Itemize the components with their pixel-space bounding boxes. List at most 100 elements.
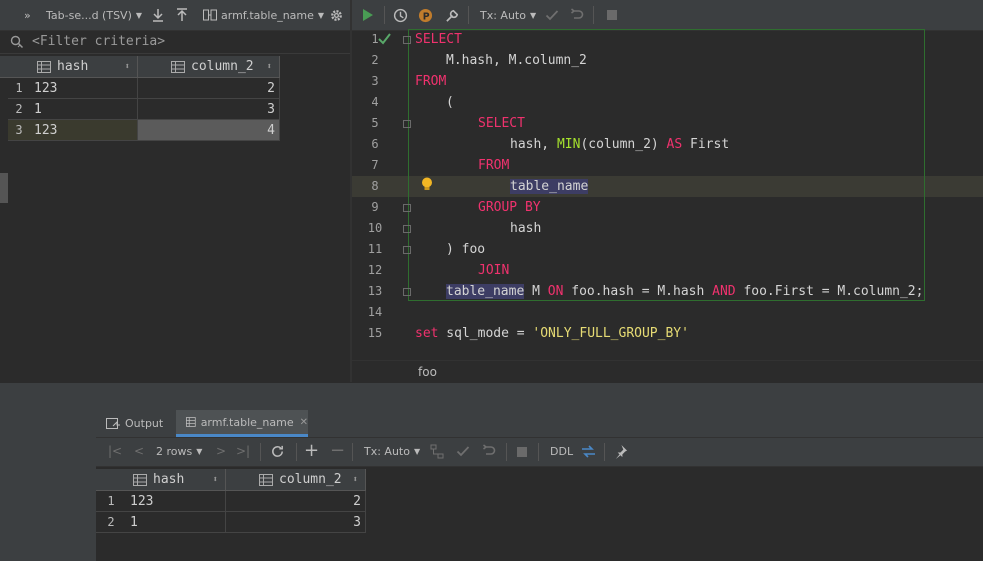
toolbar-separator: [468, 6, 469, 24]
fold-marker[interactable]: [403, 120, 411, 128]
lightbulb-icon[interactable]: [421, 177, 433, 195]
last-page-icon[interactable]: >|: [236, 444, 250, 458]
add-row-icon[interactable]: +: [304, 440, 319, 461]
code-line-8[interactable]: table_name: [510, 176, 589, 197]
code-line-10[interactable]: hash: [510, 218, 541, 239]
ddl-button[interactable]: DDL: [550, 445, 573, 458]
table-cell-selected[interactable]: 4: [138, 120, 280, 141]
table-cell[interactable]: 123: [30, 120, 138, 141]
code-line-1[interactable]: SELECT: [415, 29, 462, 50]
horizontal-divider[interactable]: [0, 382, 983, 411]
bottom-tab-bar: Output armf.table_name ✕: [96, 410, 983, 438]
table-cell[interactable]: 2: [138, 78, 280, 99]
first-page-icon[interactable]: |<: [108, 444, 122, 458]
table-cell[interactable]: 123: [30, 78, 138, 99]
code-line-5[interactable]: SELECT: [478, 113, 525, 134]
check-icon: [378, 33, 391, 48]
next-page-icon[interactable]: >: [216, 444, 226, 458]
gear-icon[interactable]: [326, 5, 346, 25]
rollback-icon[interactable]: [482, 444, 496, 461]
stop-icon[interactable]: [516, 446, 528, 461]
format-selector[interactable]: Tab-se...d (TSV) ▼: [46, 0, 142, 30]
filter-input[interactable]: <Filter criteria>: [32, 34, 165, 49]
code-line-7[interactable]: FROM: [478, 155, 509, 176]
row-count-selector[interactable]: 2 rows ▼: [156, 445, 202, 458]
sql-text: hash: [510, 221, 542, 236]
table-cell[interactable]: 3: [226, 512, 366, 533]
sql-keyword: JOIN: [478, 263, 510, 278]
column-header-column-2[interactable]: column_2 ⬍: [138, 56, 280, 78]
sql-text: (: [446, 95, 454, 110]
format-label: Tab-se...d (TSV): [46, 8, 132, 22]
table-cell[interactable]: 3: [138, 99, 280, 120]
line-number: 3: [371, 74, 379, 88]
table-icon: [186, 417, 196, 427]
compare-icon[interactable]: [430, 444, 444, 462]
previous-page-icon[interactable]: <: [134, 444, 144, 458]
row-number[interactable]: 2: [8, 99, 30, 120]
transpose-icon[interactable]: [580, 443, 597, 463]
sort-icon[interactable]: ⬍: [213, 475, 218, 485]
rollback-icon[interactable]: [567, 5, 587, 25]
sql-text: M.hash, M.column_2: [446, 53, 587, 68]
code-line-2[interactable]: M.hash, M.column_2: [446, 50, 587, 71]
filter-bar[interactable]: <Filter criteria>: [0, 31, 350, 54]
column-icon: [259, 473, 273, 486]
code-line-12[interactable]: JOIN: [478, 260, 509, 281]
fold-marker[interactable]: [403, 246, 411, 254]
code-line-9[interactable]: GROUP BY: [478, 197, 541, 218]
code-line-4[interactable]: (: [446, 92, 454, 113]
close-icon[interactable]: ✕: [300, 417, 308, 428]
line-number: 15: [367, 326, 383, 340]
parameters-icon[interactable]: P: [415, 5, 435, 25]
fold-marker[interactable]: [403, 225, 411, 233]
history-icon[interactable]: [390, 5, 410, 25]
column-header-hash[interactable]: hash ⬍: [30, 56, 138, 78]
toolbar-separator: [384, 6, 385, 24]
code-line-11[interactable]: ) foo: [446, 239, 485, 260]
wrench-icon[interactable]: [442, 5, 462, 25]
refresh-icon[interactable]: [270, 444, 285, 462]
chevron-right-icon[interactable]: »: [24, 0, 31, 30]
pin-icon[interactable]: [613, 444, 628, 462]
run-icon[interactable]: [358, 5, 378, 25]
fold-marker[interactable]: [403, 288, 411, 296]
table-cell[interactable]: 1: [126, 512, 226, 533]
table-cell[interactable]: 123: [126, 491, 226, 512]
transaction-mode-selector[interactable]: Tx: Auto ▼: [364, 445, 420, 458]
left-scroll-marker[interactable]: [0, 173, 8, 203]
column-header-label: hash: [57, 59, 89, 74]
code-line-13[interactable]: table_name M ON foo.hash = M.hash AND fo…: [446, 281, 923, 302]
breadcrumb[interactable]: foo: [418, 365, 437, 379]
row-number[interactable]: 1: [8, 78, 30, 99]
transaction-mode-selector[interactable]: Tx: Auto ▼: [480, 0, 536, 30]
code-line-15[interactable]: set sql_mode = 'ONLY_FULL_GROUP_BY': [415, 323, 689, 344]
left-toolbar: » Tab-se...d (TSV) ▼ armf.table_name ▼: [0, 0, 350, 31]
table-cell[interactable]: 2: [226, 491, 366, 512]
tab-table-name[interactable]: armf.table_name ✕: [176, 410, 308, 437]
commit-icon[interactable]: [542, 5, 562, 25]
chevron-down-icon: ▼: [135, 10, 143, 20]
column-header-column-2[interactable]: column_2 ⬍: [226, 469, 366, 491]
sort-icon[interactable]: ⬍: [267, 62, 272, 72]
row-number[interactable]: 1: [96, 491, 126, 512]
sort-icon[interactable]: ⬍: [125, 62, 130, 72]
table-selector[interactable]: armf.table_name ▼: [203, 0, 324, 30]
row-number[interactable]: 3: [8, 120, 30, 141]
remove-row-icon[interactable]: −: [330, 440, 345, 461]
upload-icon[interactable]: [172, 5, 192, 25]
fold-marker[interactable]: [403, 204, 411, 212]
commit-icon[interactable]: [456, 444, 470, 461]
table-cell[interactable]: 1: [30, 99, 138, 120]
tab-output[interactable]: Output: [106, 410, 163, 437]
download-icon[interactable]: [148, 5, 168, 25]
sql-text: M: [524, 284, 548, 299]
code-line-3[interactable]: FROM: [415, 71, 446, 92]
code-line-6[interactable]: hash, MIN(column_2) AS First: [510, 134, 729, 155]
row-number[interactable]: 2: [96, 512, 126, 533]
sort-icon[interactable]: ⬍: [353, 475, 358, 485]
search-icon: [10, 35, 24, 52]
fold-marker[interactable]: [403, 36, 411, 44]
stop-icon[interactable]: [602, 5, 622, 25]
column-header-hash[interactable]: hash ⬍: [126, 469, 226, 491]
